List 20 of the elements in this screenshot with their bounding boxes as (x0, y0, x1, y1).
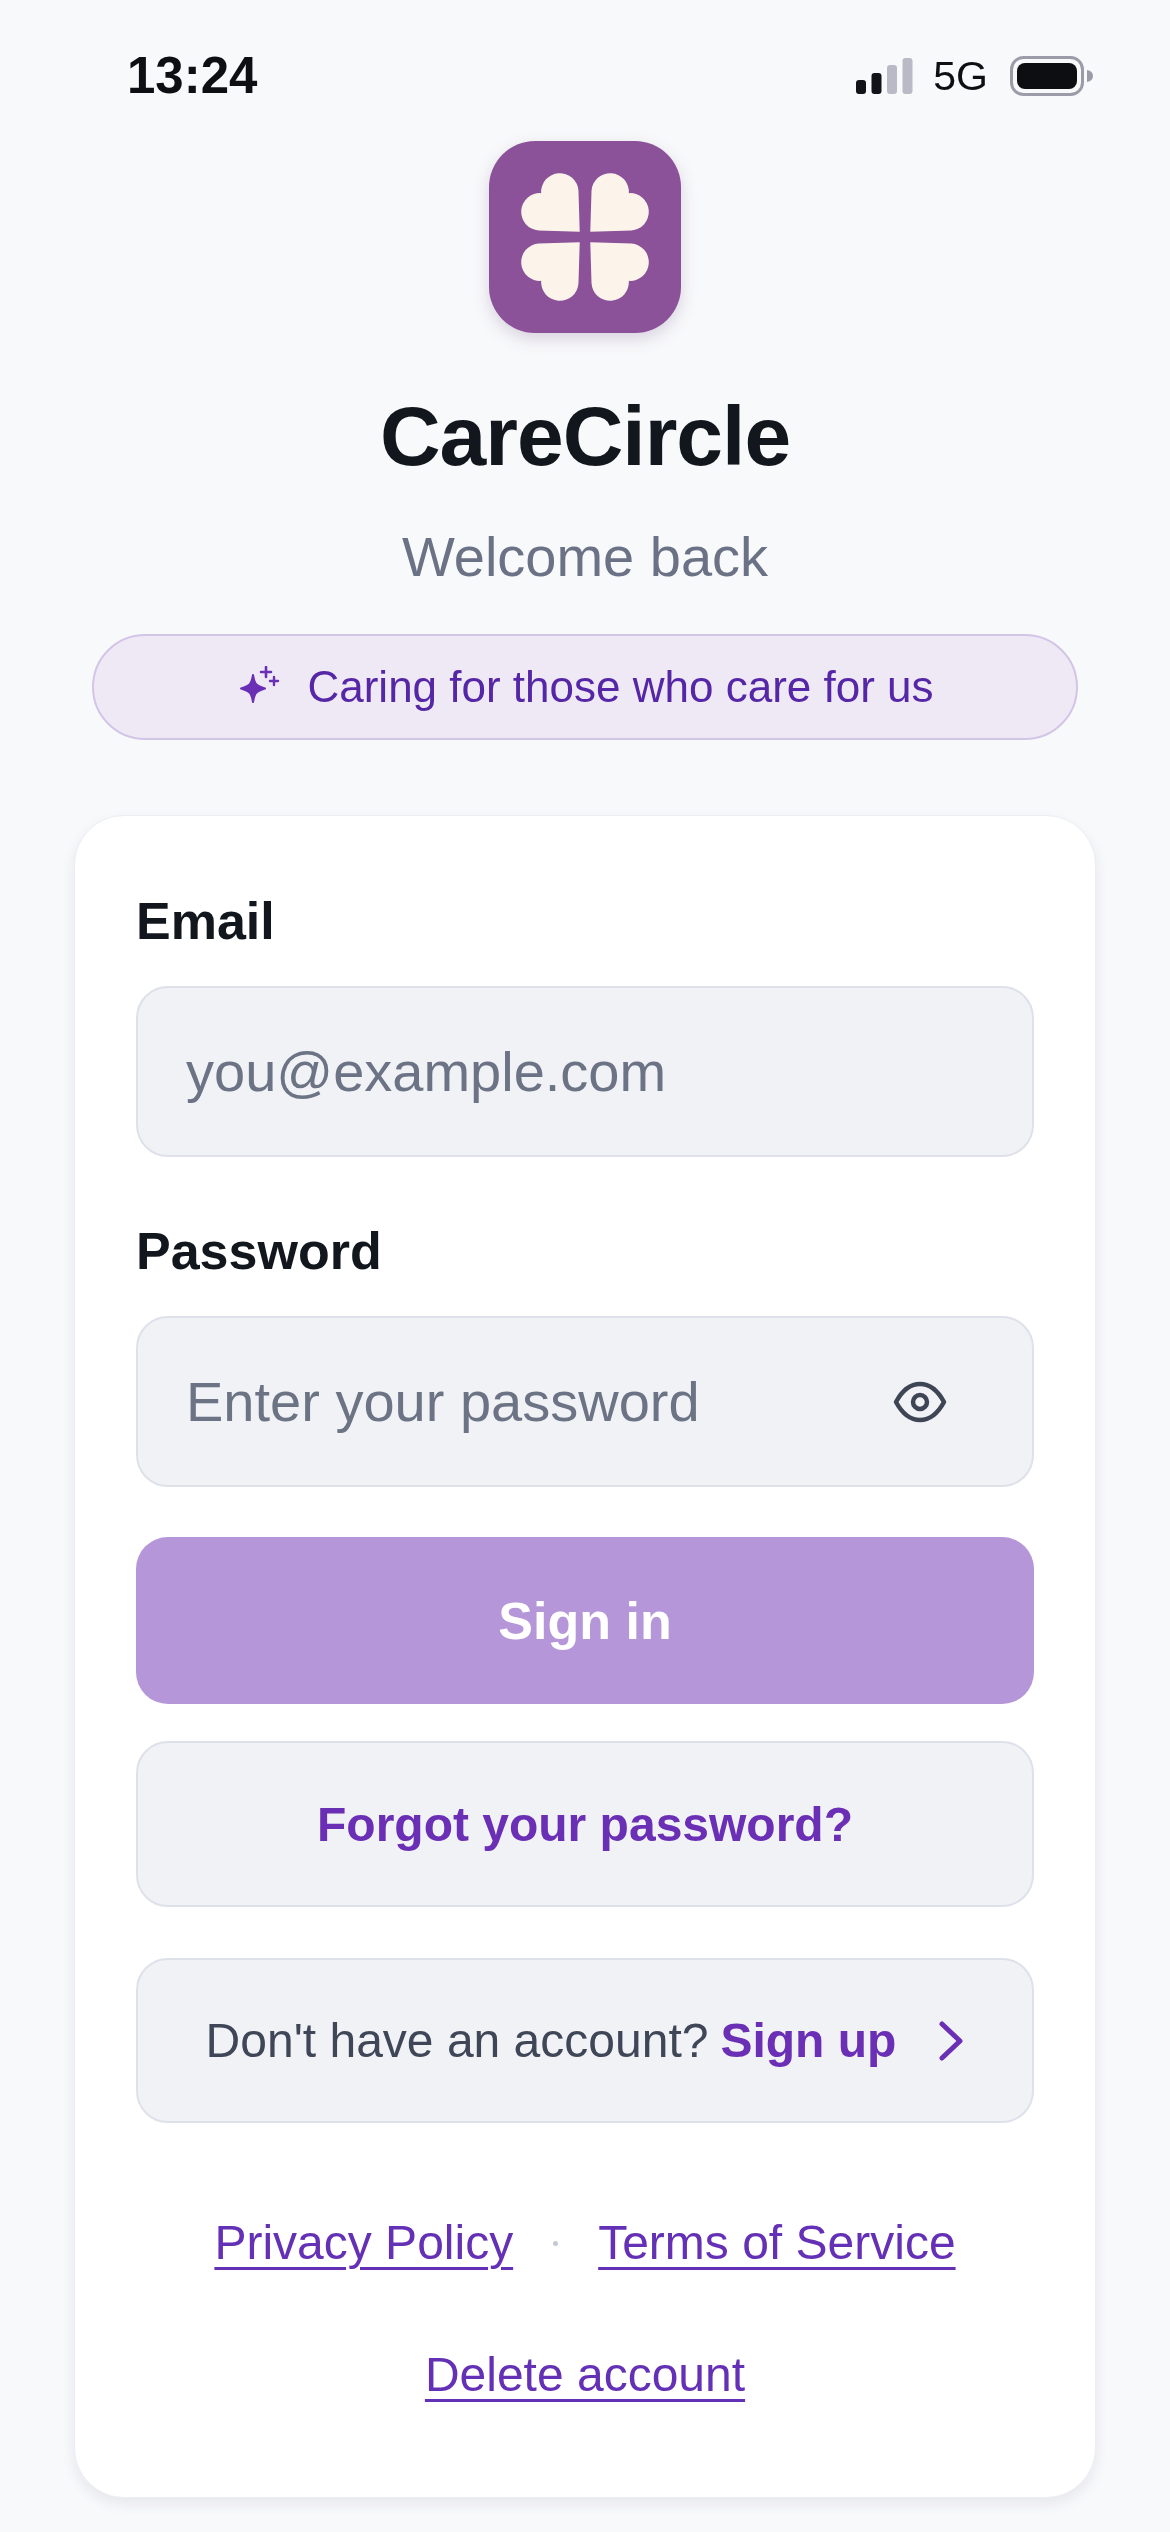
app-title: CareCircle (379, 388, 791, 485)
forgot-password-button[interactable]: Forgot your password? (136, 1741, 1034, 1907)
sign-up-button[interactable]: Don't have an account? Sign up (136, 1958, 1034, 2123)
status-time: 13:24 (127, 48, 258, 104)
legal-link[interactable]: Terms of Service (598, 2213, 956, 2273)
field-label: Email (136, 891, 275, 951)
password-field[interactable]: Enter your password (136, 1316, 1034, 1487)
tagline-text: Caring for those who care for us (307, 661, 934, 713)
field-label: Password (136, 1221, 382, 1281)
signal-icon (856, 58, 914, 94)
separator-dot-icon (553, 2240, 559, 2246)
email-field[interactable]: you@example.com (136, 986, 1034, 1157)
eye-icon[interactable] (893, 1381, 947, 1423)
battery-icon (1010, 56, 1094, 96)
subtitle: Welcome back (401, 525, 769, 589)
app-logo-icon (489, 141, 681, 333)
delete-account-link[interactable]: Delete account (424, 2345, 746, 2405)
network-label: 5G (933, 52, 988, 100)
legal-link[interactable]: Privacy Policy (214, 2213, 514, 2273)
chevron-right-icon (938, 2019, 965, 2062)
